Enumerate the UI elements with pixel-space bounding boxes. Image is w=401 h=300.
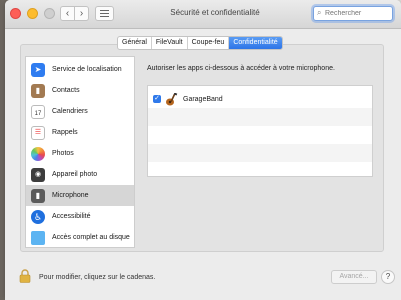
app-name: GarageBand <box>183 95 223 103</box>
sidebar-item-label: Contacts <box>52 87 80 94</box>
minimize-window-button[interactable] <box>27 8 38 19</box>
accessibility-icon: ♿ <box>31 209 45 224</box>
sidebar-item-contacts[interactable]: ▮ Contacts <box>26 80 134 101</box>
contacts-book-icon: ▮ <box>31 83 45 98</box>
garageband-guitar-icon <box>166 92 178 105</box>
tab-privacy[interactable]: Confidentialité <box>229 37 282 49</box>
sidebar-item-label: Photos <box>52 150 74 157</box>
sidebar-item-label: Calendriers <box>52 108 88 115</box>
chevron-right-icon: › <box>79 8 84 19</box>
forward-button[interactable]: › <box>74 6 89 21</box>
list-row-background <box>148 108 372 126</box>
lock-hint: Pour modifier, cliquez sur le cadenas. <box>39 274 156 281</box>
preferences-window: ‹ › Sécurité et confidentialité ⌕ Généra… <box>5 0 401 300</box>
tab-firewall[interactable]: Coupe-feu <box>188 37 230 49</box>
folder-icon <box>31 230 45 245</box>
sidebar-item-photos[interactable]: Photos <box>26 143 134 164</box>
sidebar-item-label: Appareil photo <box>52 171 98 178</box>
back-button[interactable]: ‹ <box>60 6 75 21</box>
sidebar-item-label: Rappels <box>52 129 78 136</box>
list-row-background <box>148 144 372 162</box>
calendar-icon: 17 <box>31 104 45 119</box>
chevron-left-icon: ‹ <box>65 8 70 19</box>
sidebar-item-label: Microphone <box>52 192 89 199</box>
sidebar-item-camera[interactable]: ◉ Appareil photo <box>26 164 134 185</box>
list-item[interactable]: ✓ GarageBand <box>148 90 372 108</box>
search-icon: ⌕ <box>317 8 322 17</box>
sidebar-item-microphone[interactable]: ▮ Microphone <box>26 185 134 206</box>
help-button[interactable]: ? <box>381 270 395 284</box>
sidebar-item-location[interactable]: ➤ Service de localisation <box>26 59 134 80</box>
window-title: Sécurité et confidentialité <box>170 8 260 17</box>
permission-description: Autoriser les apps ci-dessous à accéder … <box>147 65 335 72</box>
sidebar-item-reminders[interactable]: ☰ Rappels <box>26 122 134 143</box>
sidebar-item-accessibility[interactable]: ♿ Accessibilité <box>26 206 134 227</box>
privacy-category-list[interactable]: ➤ Service de localisation ▮ Contacts 17 … <box>25 56 135 248</box>
title-bar: ‹ › Sécurité et confidentialité ⌕ <box>5 0 401 29</box>
photos-flower-icon <box>31 146 45 161</box>
camera-icon: ◉ <box>31 167 45 182</box>
sidebar-item-label: Accessibilité <box>52 213 91 220</box>
lock-icon[interactable] <box>19 269 31 283</box>
app-permission-list[interactable]: ✓ GarageBand <box>147 85 373 177</box>
microphone-icon: ▮ <box>31 188 45 203</box>
close-window-button[interactable] <box>10 8 21 19</box>
list-row-background <box>148 126 372 144</box>
tab-bar: Général FileVault Coupe-feu Confidential… <box>117 36 283 50</box>
maximize-window-button[interactable] <box>44 8 55 19</box>
app-permission-checkbox[interactable]: ✓ <box>153 95 161 103</box>
tab-filevault[interactable]: FileVault <box>152 37 188 49</box>
sidebar-item-label: Accès complet au disque <box>52 234 130 241</box>
sidebar-item-full-disk-access[interactable]: Accès complet au disque <box>26 227 134 248</box>
sidebar-item-label: Service de localisation <box>52 66 122 73</box>
advanced-button[interactable]: Avancé... <box>331 270 377 284</box>
show-all-button[interactable] <box>95 6 114 21</box>
search-input[interactable] <box>325 7 391 20</box>
sidebar-item-calendars[interactable]: 17 Calendriers <box>26 101 134 122</box>
search-field[interactable]: ⌕ <box>313 6 393 21</box>
reminders-list-icon: ☰ <box>31 125 45 140</box>
tab-general[interactable]: Général <box>118 37 152 49</box>
location-arrow-icon: ➤ <box>31 62 45 77</box>
